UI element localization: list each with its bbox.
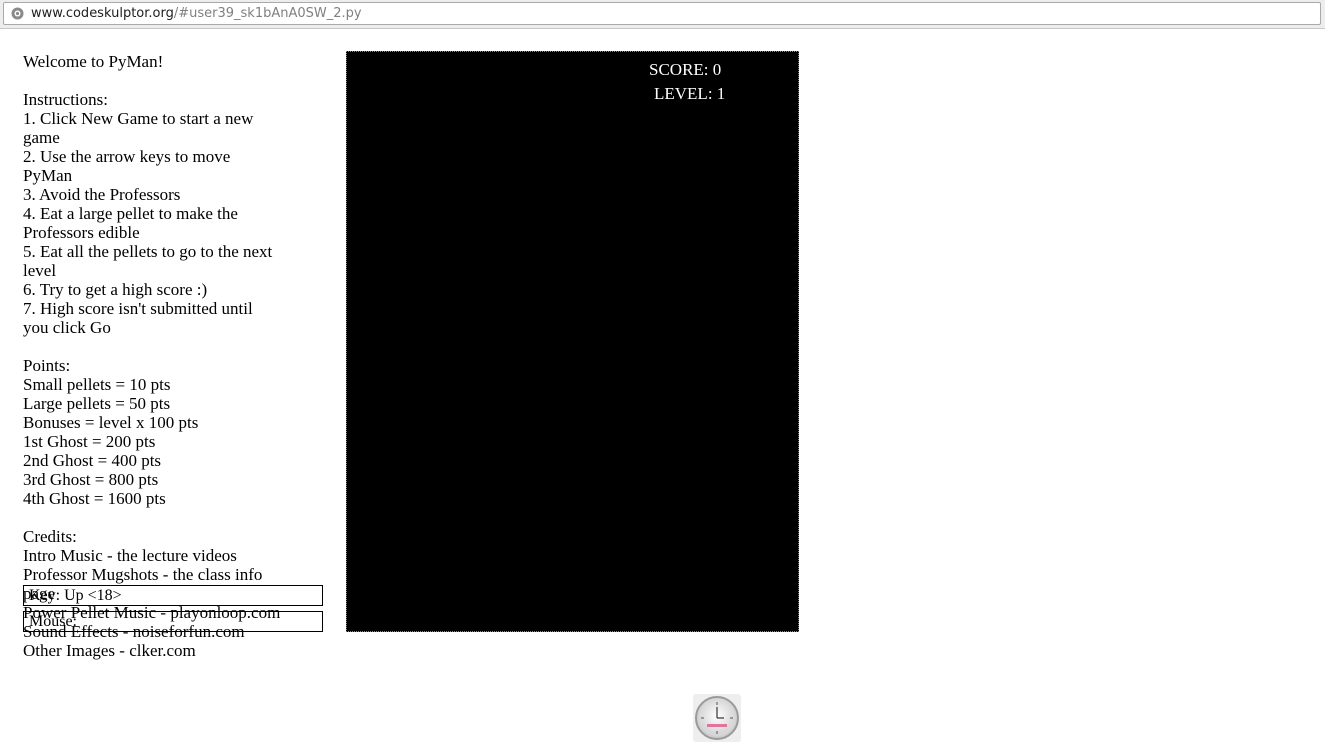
instruction-line: 7. High score isn't submitted until bbox=[23, 299, 253, 318]
instruction-line: 1. Click New Game to start a new bbox=[23, 109, 254, 128]
instructions-heading: Instructions: bbox=[23, 90, 108, 109]
mouse-status-label: Mouse: bbox=[29, 613, 77, 630]
instruction-line: PyMan bbox=[23, 166, 73, 185]
points-line: 4th Ghost = 1600 pts bbox=[23, 489, 166, 508]
points-line: Large pellets = 50 pts bbox=[23, 394, 171, 413]
credits-line: Intro Music - the lecture videos bbox=[23, 546, 237, 565]
globe-icon bbox=[11, 7, 24, 20]
instruction-line: game bbox=[23, 128, 60, 147]
points-heading: Points: bbox=[23, 356, 71, 375]
points-line: Bonuses = level x 100 pts bbox=[23, 413, 199, 432]
mouse-status-box: Mouse: bbox=[23, 611, 323, 632]
key-status-box: Key: Up <18> bbox=[23, 585, 323, 606]
credits-line: Other Images - clker.com bbox=[23, 641, 196, 660]
credits-heading: Credits: bbox=[23, 527, 77, 546]
points-line: 1st Ghost = 200 pts bbox=[23, 432, 156, 451]
credits-line: Professor Mugshots - the class info bbox=[23, 565, 263, 584]
timer-clock-icon bbox=[693, 694, 741, 742]
instructions-list: 1. Click New Game to start a new game 2.… bbox=[23, 109, 272, 337]
game-canvas[interactable]: SCORE: 0 LEVEL: 1 bbox=[346, 51, 799, 632]
url-text: www.codeskulptor.org/#user39_sk1bAnA0SW_… bbox=[31, 6, 362, 21]
points-list: Small pellets = 10 pts Large pellets = 5… bbox=[23, 375, 198, 508]
score-display: SCORE: 0 bbox=[649, 60, 722, 79]
instruction-line: Professors edible bbox=[23, 223, 140, 242]
points-line: Small pellets = 10 pts bbox=[23, 375, 171, 394]
instruction-line: 4. Eat a large pellet to make the bbox=[23, 204, 238, 223]
instruction-line: 2. Use the arrow keys to move bbox=[23, 147, 231, 166]
instruction-line: level bbox=[23, 261, 57, 280]
browser-toolbar: www.codeskulptor.org/#user39_sk1bAnA0SW_… bbox=[0, 0, 1325, 29]
instruction-line: you click Go bbox=[23, 318, 111, 337]
level-display: LEVEL: 1 bbox=[654, 84, 726, 103]
points-line: 2nd Ghost = 400 pts bbox=[23, 451, 162, 470]
key-status-label: Key: Up <18> bbox=[29, 587, 122, 604]
instruction-line: 6. Try to get a high score :) bbox=[23, 280, 208, 299]
url-domain: www.codeskulptor.org bbox=[31, 6, 174, 21]
welcome-text: Welcome to PyMan! bbox=[23, 52, 164, 71]
url-path: /#user39_sk1bAnA0SW_2.py bbox=[173, 6, 362, 21]
url-bar[interactable]: www.codeskulptor.org/#user39_sk1bAnA0SW_… bbox=[3, 2, 1321, 25]
instruction-line: 3. Avoid the Professors bbox=[23, 185, 181, 204]
points-line: 3rd Ghost = 800 pts bbox=[23, 470, 159, 489]
instruction-line: 5. Eat all the pellets to go to the next bbox=[23, 242, 273, 261]
